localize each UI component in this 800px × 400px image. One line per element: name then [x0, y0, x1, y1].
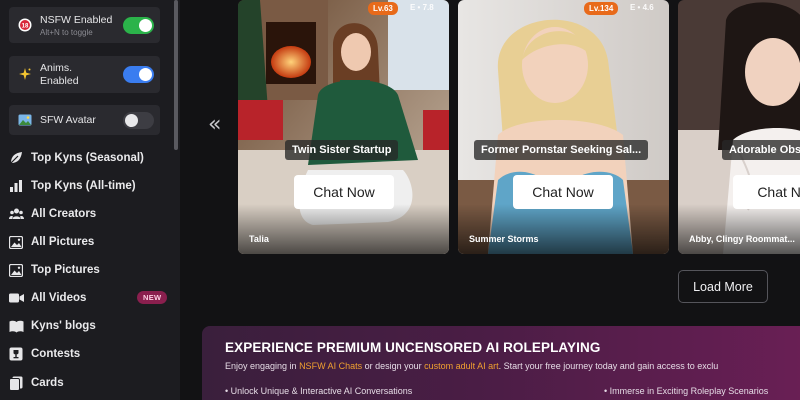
nav-all-videos[interactable]: All Videos NEW	[8, 287, 168, 309]
cards-icon	[8, 375, 24, 391]
promo-heading: EXPERIENCE PREMIUM UNCENSORED AI ROLEPLA…	[225, 340, 601, 355]
nsfw-toggle-label: NSFW Enabled	[40, 14, 113, 26]
character-card[interactable]: Lv.63 E • 7.8 Twin Sister Startup Chat N…	[238, 0, 449, 254]
character-photo	[678, 0, 800, 254]
rating-label: E • 4.6	[630, 3, 654, 12]
age-18-icon: 18	[18, 18, 32, 32]
promo-banner: EXPERIENCE PREMIUM UNCENSORED AI ROLEPLA…	[202, 326, 800, 400]
character-photo	[238, 0, 449, 254]
chat-now-button[interactable]: Chat Now	[513, 175, 613, 209]
nav-kyns-blogs[interactable]: Kyns' blogs	[8, 315, 168, 337]
creator-name[interactable]: Summer Storms	[469, 234, 539, 244]
creator-name[interactable]: Abby, Clingy Roommat...	[689, 234, 795, 244]
nav-top-kyns-seasonal[interactable]: Top Kyns (Seasonal)	[8, 147, 168, 169]
sfw-avatar-toggle-card[interactable]: SFW Avatar	[9, 105, 160, 135]
promo-subtext: Enjoy engaging in NSFW AI Chats or desig…	[225, 361, 719, 371]
nav-label: Top Kyns (Seasonal)	[31, 152, 144, 164]
image-icon	[18, 113, 32, 127]
chat-now-button[interactable]: Chat Now	[294, 175, 394, 209]
load-more-button[interactable]: Load More	[678, 270, 768, 303]
new-badge: NEW	[137, 291, 168, 304]
nav-label: Kyns' blogs	[31, 320, 96, 332]
nav-cards[interactable]: Cards	[8, 372, 168, 394]
character-photo	[458, 0, 669, 254]
sidebar-scrollbar[interactable]	[172, 0, 180, 400]
character-card[interactable]: Adorable Obs Chat No Abby, Clingy Roomma…	[678, 0, 800, 254]
sfw-avatar-switch[interactable]	[123, 112, 154, 129]
level-badge: Lv.134	[584, 2, 619, 15]
anims-label-line2: Enabled	[40, 75, 79, 87]
bar-chart-icon	[8, 178, 24, 194]
nsfw-toggle-hint: Alt+N to toggle	[40, 28, 93, 37]
svg-text:18: 18	[22, 23, 29, 29]
creator-name[interactable]: Talia	[249, 234, 269, 244]
character-card[interactable]: Lv.134 E • 4.6 Former Pornstar Seeking S…	[458, 0, 669, 254]
scroll-thumb[interactable]	[174, 0, 178, 150]
promo-bullet: • Unlock Unique & Interactive AI Convers…	[225, 386, 413, 396]
anims-label-line1: Anims.	[40, 62, 73, 74]
sfw-avatar-label: SFW Avatar	[40, 114, 96, 126]
card-title: Former Pornstar Seeking Sal...	[474, 140, 649, 160]
level-badge: Lv.63	[368, 2, 398, 15]
chevron-double-left-icon[interactable]: «	[208, 112, 221, 137]
anims-toggle-card[interactable]: Anims. Enabled	[9, 56, 160, 93]
card-title: Twin Sister Startup	[285, 140, 399, 160]
nsfw-switch[interactable]	[123, 17, 154, 34]
sidebar: 18 NSFW Enabled Alt+N to toggle Anims. E…	[0, 0, 172, 400]
nav-all-pictures[interactable]: All Pictures	[8, 231, 168, 253]
promo-bullet: • Immerse in Exciting Roleplay Scenarios	[604, 386, 769, 396]
card-title: Adorable Obs	[722, 140, 800, 160]
users-icon	[8, 206, 24, 222]
nav-label: Cards	[31, 377, 64, 389]
nav-all-creators[interactable]: All Creators	[8, 203, 168, 225]
nav-label: All Pictures	[31, 236, 95, 248]
sparkle-icon	[18, 67, 32, 81]
nav-label: Contests	[31, 348, 81, 360]
nav-label: Top Kyns (All-time)	[31, 180, 136, 192]
nav-label: All Creators	[31, 208, 97, 220]
rating-label: E • 7.8	[410, 3, 434, 12]
nav-label: Top Pictures	[31, 264, 100, 276]
leaf-icon	[8, 150, 24, 166]
nsfw-ai-chats-link[interactable]: NSFW AI Chats	[299, 361, 362, 371]
nav-contests[interactable]: Contests	[8, 343, 168, 365]
anims-switch[interactable]	[123, 66, 154, 83]
nsfw-toggle-card[interactable]: 18 NSFW Enabled Alt+N to toggle	[9, 7, 160, 43]
nav-top-pictures[interactable]: Top Pictures	[8, 259, 168, 281]
custom-ai-art-link[interactable]: custom adult AI art	[424, 361, 499, 371]
trophy-icon	[8, 346, 24, 362]
video-icon	[8, 290, 24, 306]
image-icon	[8, 262, 24, 278]
nav-label: All Videos	[31, 292, 87, 304]
book-icon	[8, 318, 24, 334]
nav-top-kyns-all-time[interactable]: Top Kyns (All-time)	[8, 175, 168, 197]
image-icon	[8, 234, 24, 250]
chat-now-button[interactable]: Chat No	[733, 175, 800, 209]
